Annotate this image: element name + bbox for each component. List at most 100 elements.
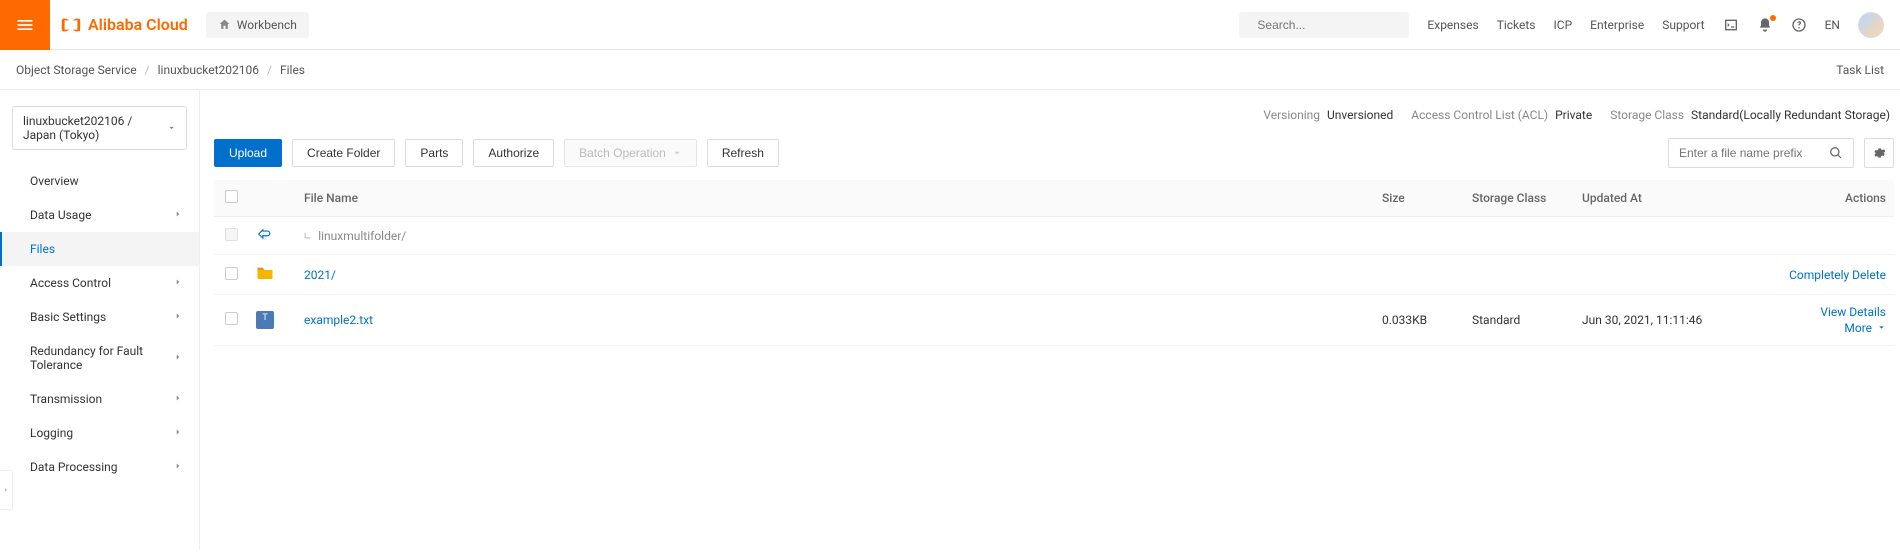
cloudshell-button[interactable] <box>1723 17 1739 33</box>
content: Versioning Unversioned Access Control Li… <box>200 90 1900 550</box>
sidebar-item-redundancy[interactable]: Redundancy for Fault Tolerance <box>0 334 199 382</box>
top-nav: Expenses Tickets ICP Enterprise Support … <box>1427 12 1900 38</box>
back-arrow-icon <box>256 227 272 241</box>
folder-link[interactable]: 2021/ <box>304 268 336 282</box>
chevron-down-icon <box>167 122 176 134</box>
nav-lang[interactable]: EN <box>1825 18 1840 32</box>
info-acl: Access Control List (ACL) Private <box>1411 108 1592 122</box>
notifications-button[interactable] <box>1757 17 1773 33</box>
terminal-icon <box>1723 17 1739 33</box>
sidebar-item-basic-settings[interactable]: Basic Settings <box>0 300 199 334</box>
table-head-row: File Name Size Storage Class Updated At … <box>214 180 1894 217</box>
table-row-file: T example2.txt 0.033KB Standard Jun 30, … <box>214 295 1894 346</box>
path-angle-icon: ∟ <box>304 229 311 243</box>
table-row-folder: 2021/ Completely Delete <box>214 255 1894 295</box>
sidebar: linuxbucket202106 / Japan (Tokyo) Overvi… <box>0 90 200 550</box>
prefix-search-button[interactable] <box>1819 139 1853 167</box>
folder-icon <box>256 270 274 284</box>
chevron-down-icon <box>1877 323 1886 332</box>
chevron-down-icon <box>672 148 682 158</box>
sidebar-item-label: Files <box>30 242 55 256</box>
parts-button[interactable]: Parts <box>405 139 463 167</box>
file-size: 0.033KB <box>1374 295 1464 346</box>
refresh-button[interactable]: Refresh <box>707 139 779 167</box>
nav-tickets[interactable]: Tickets <box>1497 18 1536 32</box>
help-button[interactable] <box>1791 17 1807 33</box>
info-value: Standard(Locally Redundant Storage) <box>1691 108 1890 122</box>
sidebar-item-label: Data Processing <box>30 460 118 474</box>
sidebar-item-data-usage[interactable]: Data Usage <box>0 198 199 232</box>
global-search-input[interactable] <box>1257 18 1412 32</box>
delete-folder-link[interactable]: Completely Delete <box>1789 268 1886 282</box>
back-button[interactable] <box>256 230 272 244</box>
upload-button[interactable]: Upload <box>214 139 282 167</box>
chevron-right-icon <box>173 393 183 403</box>
col-updated: Updated At <box>1574 180 1754 217</box>
sidebar-item-logging[interactable]: Logging <box>0 416 199 450</box>
sidebar-item-label: Transmission <box>30 392 102 406</box>
file-link[interactable]: example2.txt <box>304 313 373 327</box>
sidebar-item-label: Data Usage <box>30 208 91 222</box>
sidebar-item-data-processing[interactable]: Data Processing <box>0 450 199 484</box>
workbench-button[interactable]: Workbench <box>206 12 309 38</box>
sidebar-item-label: Overview <box>30 174 79 188</box>
row-checkbox[interactable] <box>225 312 238 325</box>
view-details-link[interactable]: View Details <box>1820 305 1886 319</box>
row-checkbox[interactable] <box>225 267 238 280</box>
file-updated: Jun 30, 2021, 11:11:46 <box>1574 295 1754 346</box>
task-list-link[interactable]: Task List <box>1836 63 1884 77</box>
info-label: Access Control List (ACL) <box>1411 108 1548 122</box>
brand[interactable]: Alibaba Cloud <box>60 14 188 36</box>
sidebar-item-overview[interactable]: Overview <box>0 164 199 198</box>
nav-enterprise[interactable]: Enterprise <box>1590 18 1644 32</box>
create-folder-button[interactable]: Create Folder <box>292 139 395 167</box>
text-file-icon: T <box>256 311 274 329</box>
main: linuxbucket202106 / Japan (Tokyo) Overvi… <box>0 90 1900 550</box>
breadcrumb-row: Object Storage Service / linuxbucket2021… <box>0 50 1900 90</box>
gear-icon <box>1872 146 1886 160</box>
nav-expenses[interactable]: Expenses <box>1427 18 1478 32</box>
info-label: Versioning <box>1263 108 1320 122</box>
sidebar-item-transmission[interactable]: Transmission <box>0 382 199 416</box>
bucket-info-strip: Versioning Unversioned Access Control Li… <box>214 102 1894 138</box>
help-icon <box>1791 17 1807 33</box>
table-settings-button[interactable] <box>1864 138 1894 168</box>
col-filename: File Name <box>296 180 1374 217</box>
avatar[interactable] <box>1858 12 1884 38</box>
menu-button[interactable] <box>0 0 50 50</box>
chevron-right-icon <box>173 311 183 321</box>
chevron-right-icon <box>2 486 10 494</box>
crumb-current: Files <box>280 63 305 77</box>
nav-support[interactable]: Support <box>1662 18 1704 32</box>
workbench-label: Workbench <box>237 18 297 32</box>
col-size: Size <box>1374 180 1464 217</box>
bucket-selector[interactable]: linuxbucket202106 / Japan (Tokyo) <box>12 106 187 150</box>
hamburger-icon <box>15 15 35 35</box>
col-storage: Storage Class <box>1464 180 1574 217</box>
nav-icp[interactable]: ICP <box>1554 18 1573 32</box>
sidebar-collapse-handle[interactable] <box>0 470 13 510</box>
row-checkbox-disabled <box>225 228 238 241</box>
chevron-right-icon <box>173 427 183 437</box>
global-search[interactable] <box>1239 12 1409 38</box>
more-actions-link[interactable]: More <box>1844 321 1886 335</box>
crumb-sep: / <box>267 63 272 77</box>
sidebar-item-label: Basic Settings <box>30 310 106 324</box>
crumb-service[interactable]: Object Storage Service <box>16 63 137 77</box>
select-all-checkbox[interactable] <box>225 190 238 203</box>
authorize-button[interactable]: Authorize <box>473 139 554 167</box>
top-bar: Alibaba Cloud Workbench Expenses Tickets… <box>0 0 1900 50</box>
sidebar-item-files[interactable]: Files <box>0 232 199 266</box>
prefix-input[interactable] <box>1669 140 1819 166</box>
chevron-right-icon <box>173 277 183 287</box>
info-versioning: Versioning Unversioned <box>1263 108 1393 122</box>
brand-icon <box>60 14 82 36</box>
sidebar-item-access-control[interactable]: Access Control <box>0 266 199 300</box>
sidebar-item-label: Redundancy for Fault Tolerance <box>30 344 173 372</box>
chevron-right-icon <box>173 352 183 362</box>
crumb-bucket[interactable]: linuxbucket202106 <box>158 63 259 77</box>
info-value: Private <box>1555 108 1592 122</box>
sidebar-item-label: Access Control <box>30 276 111 290</box>
chevron-right-icon <box>173 461 183 471</box>
file-table: File Name Size Storage Class Updated At … <box>214 180 1894 346</box>
